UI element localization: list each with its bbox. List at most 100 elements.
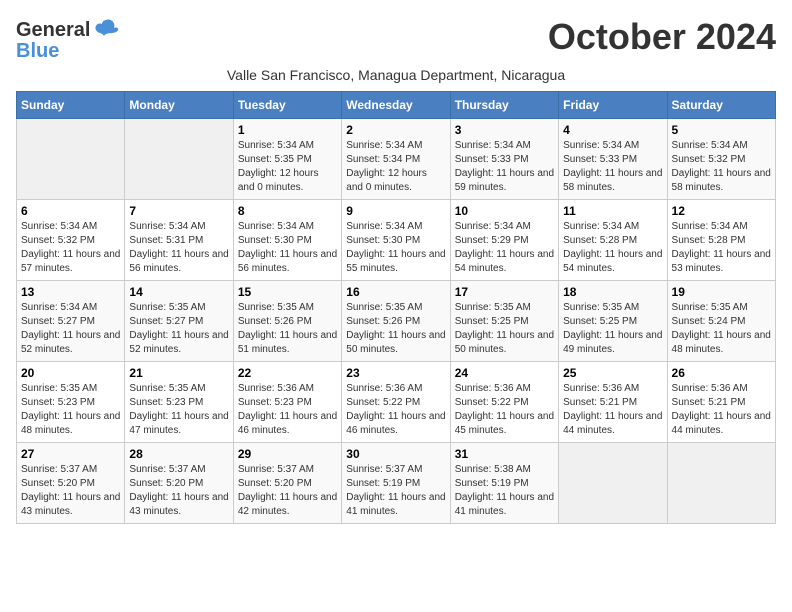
day-info: Sunrise: 5:36 AM Sunset: 5:22 PM Dayligh…: [346, 382, 445, 438]
calendar-week-4: 20 Sunrise: 5:35 AM Sunset: 5:23 PM Dayli…: [17, 362, 776, 443]
day-info: Sunrise: 5:35 AM Sunset: 5:25 PM Dayligh…: [563, 301, 662, 357]
day-info: Sunrise: 5:36 AM Sunset: 5:21 PM Dayligh…: [672, 382, 771, 438]
calendar-cell: 27 Sunrise: 5:37 AM Sunset: 5:20 PM Dayli…: [17, 443, 125, 524]
weekday-sunday: Sunday: [17, 92, 125, 119]
calendar-cell: 4 Sunrise: 5:34 AM Sunset: 5:33 PM Daylig…: [559, 119, 667, 200]
calendar-cell: 26 Sunrise: 5:36 AM Sunset: 5:21 PM Dayli…: [667, 362, 775, 443]
day-info: Sunrise: 5:35 AM Sunset: 5:24 PM Dayligh…: [672, 301, 771, 357]
logo-general: General: [16, 19, 90, 42]
day-number: 15: [238, 285, 337, 299]
calendar-cell: 20 Sunrise: 5:35 AM Sunset: 5:23 PM Dayli…: [17, 362, 125, 443]
day-info: Sunrise: 5:34 AM Sunset: 5:30 PM Dayligh…: [346, 220, 445, 276]
weekday-friday: Friday: [559, 92, 667, 119]
day-info: Sunrise: 5:36 AM Sunset: 5:21 PM Dayligh…: [563, 382, 662, 438]
calendar-cell: 22 Sunrise: 5:36 AM Sunset: 5:23 PM Dayli…: [233, 362, 341, 443]
day-number: 16: [346, 285, 445, 299]
day-number: 28: [129, 447, 228, 461]
day-info: Sunrise: 5:34 AM Sunset: 5:34 PM Dayligh…: [346, 139, 445, 195]
weekday-thursday: Thursday: [450, 92, 558, 119]
calendar-cell: 17 Sunrise: 5:35 AM Sunset: 5:25 PM Dayli…: [450, 281, 558, 362]
calendar-cell: [667, 443, 775, 524]
logo-bird-icon: [92, 16, 120, 44]
calendar-cell: 10Sunrise: 5:34 AM Sunset: 5:29 PM Dayli…: [450, 200, 558, 281]
calendar-cell: 23Sunrise: 5:36 AM Sunset: 5:22 PM Dayli…: [342, 362, 450, 443]
day-info: Sunrise: 5:34 AM Sunset: 5:32 PM Dayligh…: [21, 220, 120, 276]
calendar-table: SundayMondayTuesdayWednesdayThursdayFrid…: [16, 91, 776, 524]
calendar-cell: [17, 119, 125, 200]
calendar-cell: 5 Sunrise: 5:34 AM Sunset: 5:32 PM Daylig…: [667, 119, 775, 200]
day-number: 31: [455, 447, 554, 461]
day-info: Sunrise: 5:36 AM Sunset: 5:23 PM Dayligh…: [238, 382, 337, 438]
day-info: Sunrise: 5:34 AM Sunset: 5:27 PM Dayligh…: [21, 301, 120, 357]
calendar-week-5: 27 Sunrise: 5:37 AM Sunset: 5:20 PM Dayli…: [17, 443, 776, 524]
day-number: 3: [455, 123, 554, 137]
day-info: Sunrise: 5:34 AM Sunset: 5:28 PM Dayligh…: [563, 220, 662, 276]
day-number: 12: [672, 204, 771, 218]
calendar-week-3: 13Sunrise: 5:34 AM Sunset: 5:27 PM Dayli…: [17, 281, 776, 362]
day-info: Sunrise: 5:38 AM Sunset: 5:19 PM Dayligh…: [455, 463, 554, 519]
weekday-tuesday: Tuesday: [233, 92, 341, 119]
weekday-wednesday: Wednesday: [342, 92, 450, 119]
calendar-cell: 31 Sunrise: 5:38 AM Sunset: 5:19 PM Dayli…: [450, 443, 558, 524]
day-info: Sunrise: 5:34 AM Sunset: 5:31 PM Dayligh…: [129, 220, 228, 276]
day-info: Sunrise: 5:37 AM Sunset: 5:20 PM Dayligh…: [129, 463, 228, 519]
calendar-week-2: 6 Sunrise: 5:34 AM Sunset: 5:32 PM Daylig…: [17, 200, 776, 281]
calendar-cell: 29Sunrise: 5:37 AM Sunset: 5:20 PM Dayli…: [233, 443, 341, 524]
day-number: 20: [21, 366, 120, 380]
day-number: 8: [238, 204, 337, 218]
day-info: Sunrise: 5:34 AM Sunset: 5:33 PM Dayligh…: [455, 139, 554, 195]
day-number: 26: [672, 366, 771, 380]
calendar-subtitle: Valle San Francisco, Managua Department,…: [16, 67, 776, 83]
day-number: 18: [563, 285, 662, 299]
day-number: 17: [455, 285, 554, 299]
calendar-cell: 6 Sunrise: 5:34 AM Sunset: 5:32 PM Daylig…: [17, 200, 125, 281]
calendar-cell: 30 Sunrise: 5:37 AM Sunset: 5:19 PM Dayli…: [342, 443, 450, 524]
month-title: October 2024: [548, 16, 776, 58]
day-info: Sunrise: 5:35 AM Sunset: 5:25 PM Dayligh…: [455, 301, 554, 357]
calendar-cell: 9 Sunrise: 5:34 AM Sunset: 5:30 PM Daylig…: [342, 200, 450, 281]
calendar-cell: 1Sunrise: 5:34 AM Sunset: 5:35 PM Daylig…: [233, 119, 341, 200]
calendar-cell: 3 Sunrise: 5:34 AM Sunset: 5:33 PM Daylig…: [450, 119, 558, 200]
day-number: 30: [346, 447, 445, 461]
day-number: 5: [672, 123, 771, 137]
day-info: Sunrise: 5:35 AM Sunset: 5:23 PM Dayligh…: [21, 382, 120, 438]
day-info: Sunrise: 5:34 AM Sunset: 5:33 PM Dayligh…: [563, 139, 662, 195]
day-info: Sunrise: 5:37 AM Sunset: 5:20 PM Dayligh…: [238, 463, 337, 519]
calendar-body: 1Sunrise: 5:34 AM Sunset: 5:35 PM Daylig…: [17, 119, 776, 524]
page-header: General Blue October 2024: [16, 16, 776, 63]
day-info: Sunrise: 5:34 AM Sunset: 5:32 PM Dayligh…: [672, 139, 771, 195]
day-number: 6: [21, 204, 120, 218]
weekday-saturday: Saturday: [667, 92, 775, 119]
day-info: Sunrise: 5:35 AM Sunset: 5:23 PM Dayligh…: [129, 382, 228, 438]
calendar-cell: 19 Sunrise: 5:35 AM Sunset: 5:24 PM Dayli…: [667, 281, 775, 362]
day-number: 2: [346, 123, 445, 137]
day-number: 14: [129, 285, 228, 299]
calendar-cell: 14 Sunrise: 5:35 AM Sunset: 5:27 PM Dayli…: [125, 281, 233, 362]
day-info: Sunrise: 5:35 AM Sunset: 5:26 PM Dayligh…: [238, 301, 337, 357]
calendar-cell: 2 Sunrise: 5:34 AM Sunset: 5:34 PM Daylig…: [342, 119, 450, 200]
day-info: Sunrise: 5:37 AM Sunset: 5:20 PM Dayligh…: [21, 463, 120, 519]
day-number: 9: [346, 204, 445, 218]
day-number: 22: [238, 366, 337, 380]
logo: General Blue: [16, 16, 120, 63]
day-number: 1: [238, 123, 337, 137]
day-info: Sunrise: 5:34 AM Sunset: 5:29 PM Dayligh…: [455, 220, 554, 276]
calendar-cell: 21 Sunrise: 5:35 AM Sunset: 5:23 PM Dayli…: [125, 362, 233, 443]
calendar-cell: 24Sunrise: 5:36 AM Sunset: 5:22 PM Dayli…: [450, 362, 558, 443]
day-number: 7: [129, 204, 228, 218]
calendar-cell: 12Sunrise: 5:34 AM Sunset: 5:28 PM Dayli…: [667, 200, 775, 281]
calendar-cell: 8Sunrise: 5:34 AM Sunset: 5:30 PM Daylig…: [233, 200, 341, 281]
day-number: 19: [672, 285, 771, 299]
day-info: Sunrise: 5:37 AM Sunset: 5:19 PM Dayligh…: [346, 463, 445, 519]
calendar-cell: [559, 443, 667, 524]
calendar-week-1: 1Sunrise: 5:34 AM Sunset: 5:35 PM Daylig…: [17, 119, 776, 200]
calendar-cell: 13Sunrise: 5:34 AM Sunset: 5:27 PM Dayli…: [17, 281, 125, 362]
day-info: Sunrise: 5:35 AM Sunset: 5:27 PM Dayligh…: [129, 301, 228, 357]
day-number: 4: [563, 123, 662, 137]
day-number: 27: [21, 447, 120, 461]
day-info: Sunrise: 5:35 AM Sunset: 5:26 PM Dayligh…: [346, 301, 445, 357]
calendar-cell: 15 Sunrise: 5:35 AM Sunset: 5:26 PM Dayli…: [233, 281, 341, 362]
day-number: 21: [129, 366, 228, 380]
calendar-cell: [125, 119, 233, 200]
weekday-header-row: SundayMondayTuesdayWednesdayThursdayFrid…: [17, 92, 776, 119]
